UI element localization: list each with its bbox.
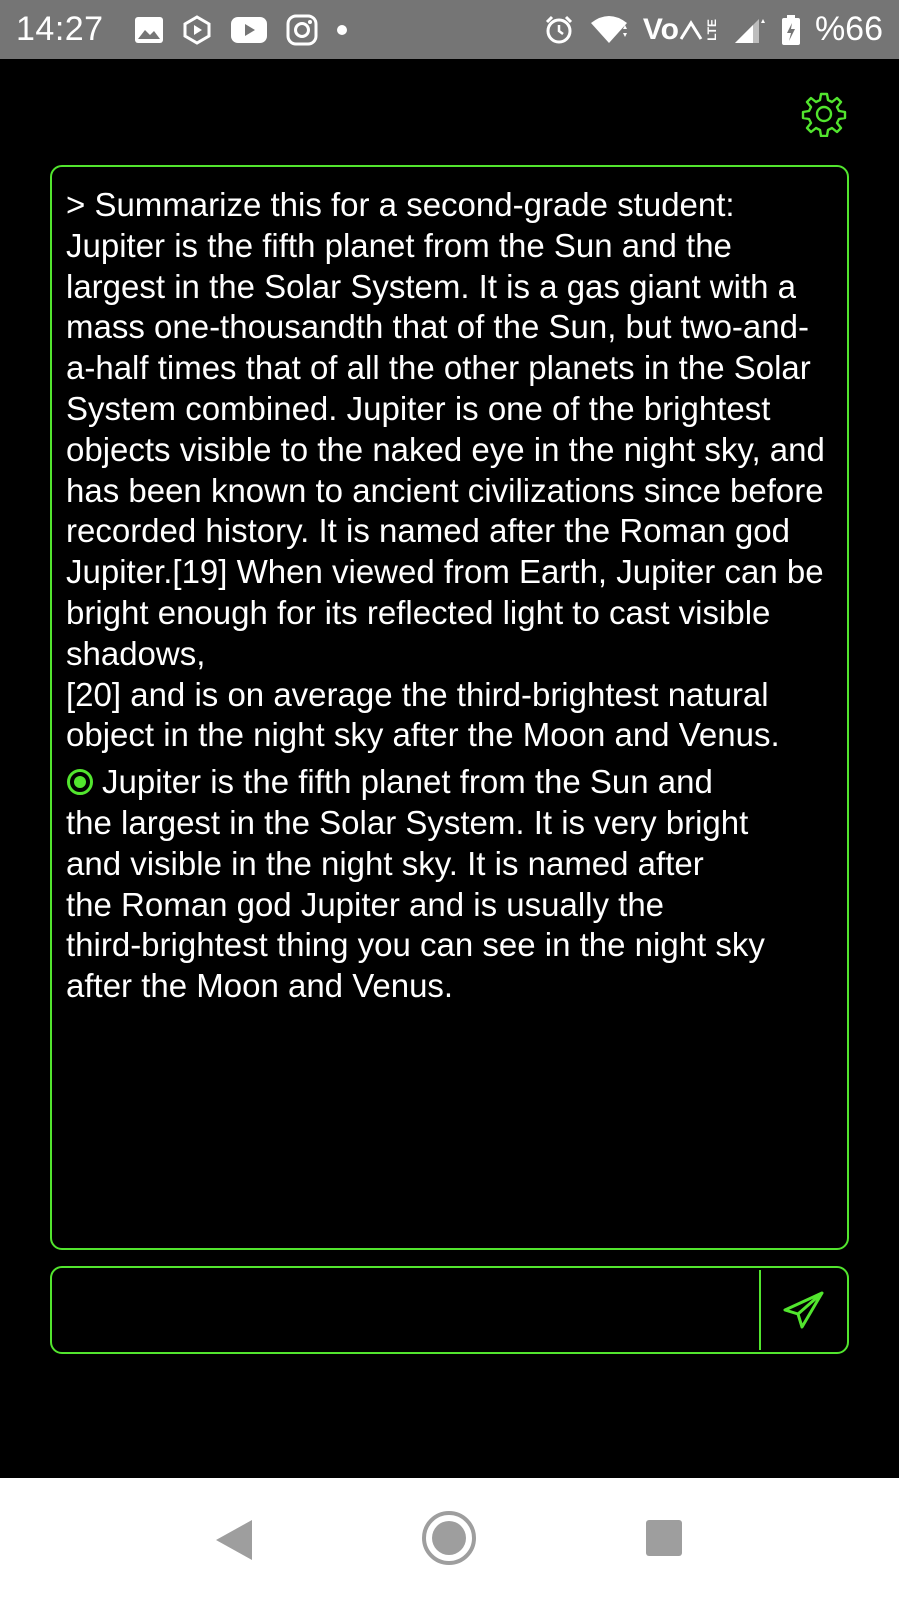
- gallery-icon: [134, 16, 164, 44]
- response-text: Jupiter is the fifth planet from the Sun…: [66, 763, 765, 1005]
- notification-icons: [134, 14, 348, 46]
- home-icon[interactable]: [421, 1510, 477, 1566]
- dot-icon: [336, 24, 348, 36]
- settings-button[interactable]: [798, 88, 850, 140]
- send-icon: [783, 1291, 824, 1329]
- gear-icon: [801, 92, 847, 137]
- youtube-icon: [230, 16, 268, 44]
- status-bar: 14:27 Vo LTE %66: [0, 0, 899, 59]
- response-message: Jupiter is the fifth planet from the Sun…: [66, 762, 833, 1007]
- navigation-bar: [0, 1478, 899, 1599]
- lte-label: LTE: [704, 18, 719, 41]
- message-input-bar: [50, 1266, 849, 1354]
- shield-play-icon: [182, 14, 212, 45]
- message-input[interactable]: [52, 1268, 759, 1352]
- battery-icon: [781, 14, 801, 46]
- wifi-icon: [589, 15, 629, 45]
- system-icons: Vo LTE %66: [543, 10, 883, 49]
- instagram-icon: [286, 14, 318, 46]
- send-button[interactable]: [761, 1268, 847, 1352]
- volte-icon: Vo LTE: [642, 12, 719, 46]
- back-icon[interactable]: [212, 1516, 256, 1564]
- prompt-message: > Summarize this for a second-grade stud…: [66, 186, 825, 754]
- status-time: 14:27: [16, 10, 104, 48]
- conversation-panel[interactable]: > Summarize this for a second-grade stud…: [50, 165, 849, 1250]
- alarm-icon: [543, 14, 575, 46]
- radio-marker-icon: [67, 769, 93, 796]
- battery-percent: %66: [814, 10, 883, 48]
- signal-icon: [733, 15, 767, 45]
- recents-icon[interactable]: [644, 1518, 684, 1558]
